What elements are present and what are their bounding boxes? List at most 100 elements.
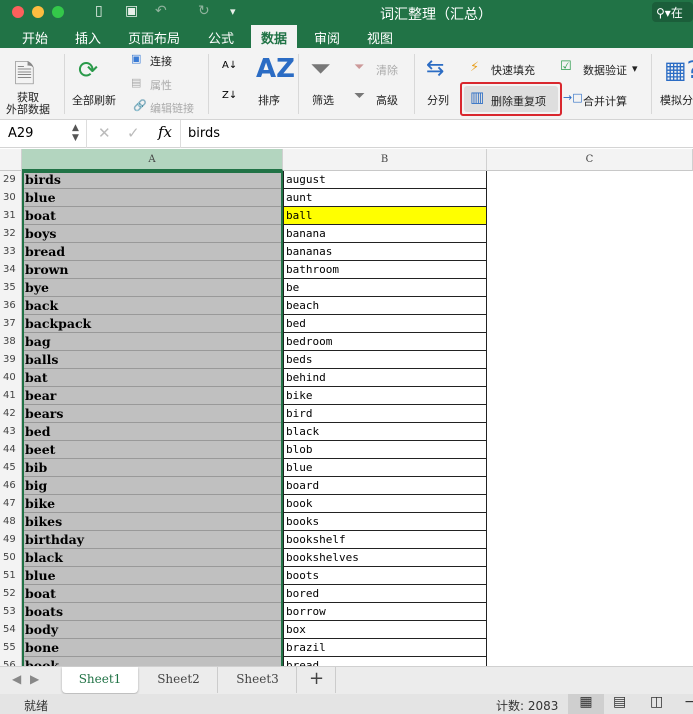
tab-view[interactable]: 视图 [367, 28, 393, 47]
consolidate-button[interactable]: 合并计算 [583, 93, 627, 109]
cell-b[interactable]: beds [283, 351, 487, 369]
row-number[interactable]: 30 [0, 189, 22, 207]
close-window-button[interactable] [12, 6, 24, 18]
customize-toolbar-icon[interactable]: ▾ [230, 5, 236, 18]
flash-fill-button[interactable]: 快速填充 [491, 62, 535, 78]
search-box[interactable]: ⚲▾在 [652, 2, 693, 22]
cell-a[interactable]: blue [22, 567, 283, 585]
normal-view-icon[interactable]: ▦ [568, 694, 604, 714]
enter-icon[interactable]: ✓ [127, 124, 140, 142]
cell-a[interactable]: big [22, 477, 283, 495]
cell-b[interactable]: ball [283, 207, 487, 225]
row-number[interactable]: 51 [0, 567, 22, 585]
save-icon[interactable]: ▣ [125, 3, 138, 19]
cell-a[interactable]: bikes [22, 513, 283, 531]
cell-b[interactable]: bike [283, 387, 487, 405]
spreadsheet-grid[interactable]: A B C 29 birds august 30 blue aunt 31 boat… [0, 149, 693, 666]
cell-b[interactable]: bed [283, 315, 487, 333]
cell-a[interactable]: backpack [22, 315, 283, 333]
cell-a[interactable]: bike [22, 495, 283, 513]
page-break-view-icon[interactable]: ◫ [650, 694, 663, 710]
redo-icon[interactable]: ↻ [198, 3, 210, 19]
tab-home[interactable]: 开始 [22, 28, 48, 47]
cell-a[interactable]: boats [22, 603, 283, 621]
cell-a[interactable]: bib [22, 459, 283, 477]
select-all-corner[interactable] [0, 149, 22, 171]
dropdown-arrow-icon[interactable]: ▾ [632, 62, 638, 75]
cell-a[interactable]: bears [22, 405, 283, 423]
cell-a[interactable]: black [22, 549, 283, 567]
tab-review[interactable]: 审阅 [314, 28, 340, 47]
cell-a[interactable]: bread [22, 243, 283, 261]
column-header-c[interactable]: C [487, 149, 693, 171]
cell-a[interactable]: body [22, 621, 283, 639]
cell-b[interactable]: behind [283, 369, 487, 387]
cell-b[interactable]: banana [283, 225, 487, 243]
row-number[interactable]: 46 [0, 477, 22, 495]
row-number[interactable]: 29 [0, 171, 22, 189]
what-if-analysis-button[interactable]: 模拟分析 [660, 92, 693, 108]
cell-b[interactable]: aunt [283, 189, 487, 207]
row-number[interactable]: 39 [0, 351, 22, 369]
tab-insert[interactable]: 插入 [75, 28, 101, 47]
cell-a[interactable]: balls [22, 351, 283, 369]
row-number[interactable]: 45 [0, 459, 22, 477]
cell-b[interactable]: beach [283, 297, 487, 315]
sidebar-toggle-icon[interactable]: ▯ [95, 3, 103, 19]
cell-a[interactable]: bone [22, 639, 283, 657]
row-number[interactable]: 37 [0, 315, 22, 333]
row-number[interactable]: 42 [0, 405, 22, 423]
cell-a[interactable]: bear [22, 387, 283, 405]
sort-descending-icon[interactable]: Z↓ [222, 90, 237, 101]
get-external-data-button[interactable]: 获取 外部数据 [6, 92, 50, 116]
row-number[interactable]: 56 [0, 657, 22, 666]
cell-a[interactable]: boat [22, 585, 283, 603]
row-number[interactable]: 55 [0, 639, 22, 657]
text-to-columns-button[interactable]: 分列 [427, 92, 449, 108]
cell-a[interactable]: blue [22, 189, 283, 207]
cell-b[interactable]: bananas [283, 243, 487, 261]
cell-b[interactable]: august [283, 171, 487, 189]
sort-ascending-icon[interactable]: A↓ [222, 60, 237, 71]
row-number[interactable]: 44 [0, 441, 22, 459]
cell-a[interactable]: brown [22, 261, 283, 279]
row-number[interactable]: 47 [0, 495, 22, 513]
sheet-tab-sheet3[interactable]: Sheet3 [219, 667, 297, 693]
cell-a[interactable]: bed [22, 423, 283, 441]
function-icon[interactable]: fx [158, 123, 172, 141]
cell-a[interactable]: bag [22, 333, 283, 351]
row-number[interactable]: 35 [0, 279, 22, 297]
row-number[interactable]: 48 [0, 513, 22, 531]
next-sheet-icon[interactable]: ▶ [30, 672, 39, 686]
column-header-b[interactable]: B [283, 149, 487, 171]
data-validation-button[interactable]: 数据验证 [583, 62, 627, 78]
cell-b[interactable]: bookshelf [283, 531, 487, 549]
row-number[interactable]: 53 [0, 603, 22, 621]
cell-b[interactable]: books [283, 513, 487, 531]
cell-b[interactable]: book [283, 495, 487, 513]
page-layout-view-icon[interactable]: ▤ [613, 694, 626, 710]
sheet-tab-sheet2[interactable]: Sheet2 [140, 667, 218, 693]
cell-b[interactable]: bread [283, 657, 487, 666]
cell-b[interactable]: board [283, 477, 487, 495]
undo-icon[interactable]: ↶ [155, 3, 167, 19]
advanced-filter-button[interactable]: 高级 [376, 92, 398, 108]
edit-links-button[interactable]: 编辑链接 [150, 100, 194, 116]
row-number[interactable]: 40 [0, 369, 22, 387]
row-number[interactable]: 54 [0, 621, 22, 639]
tab-formulas[interactable]: 公式 [208, 28, 234, 47]
row-number[interactable]: 52 [0, 585, 22, 603]
cell-a[interactable]: book [22, 657, 283, 666]
cell-a[interactable]: boat [22, 207, 283, 225]
row-number[interactable]: 34 [0, 261, 22, 279]
name-box[interactable]: A29 [8, 126, 33, 141]
cell-b[interactable]: boots [283, 567, 487, 585]
cell-b[interactable]: blue [283, 459, 487, 477]
row-number[interactable]: 41 [0, 387, 22, 405]
cell-b[interactable]: bookshelves [283, 549, 487, 567]
sort-button[interactable]: 排序 [258, 92, 280, 108]
row-number[interactable]: 38 [0, 333, 22, 351]
refresh-all-button[interactable]: 全部刷新 [72, 92, 116, 108]
add-sheet-button[interactable]: + [298, 667, 336, 693]
row-number[interactable]: 49 [0, 531, 22, 549]
